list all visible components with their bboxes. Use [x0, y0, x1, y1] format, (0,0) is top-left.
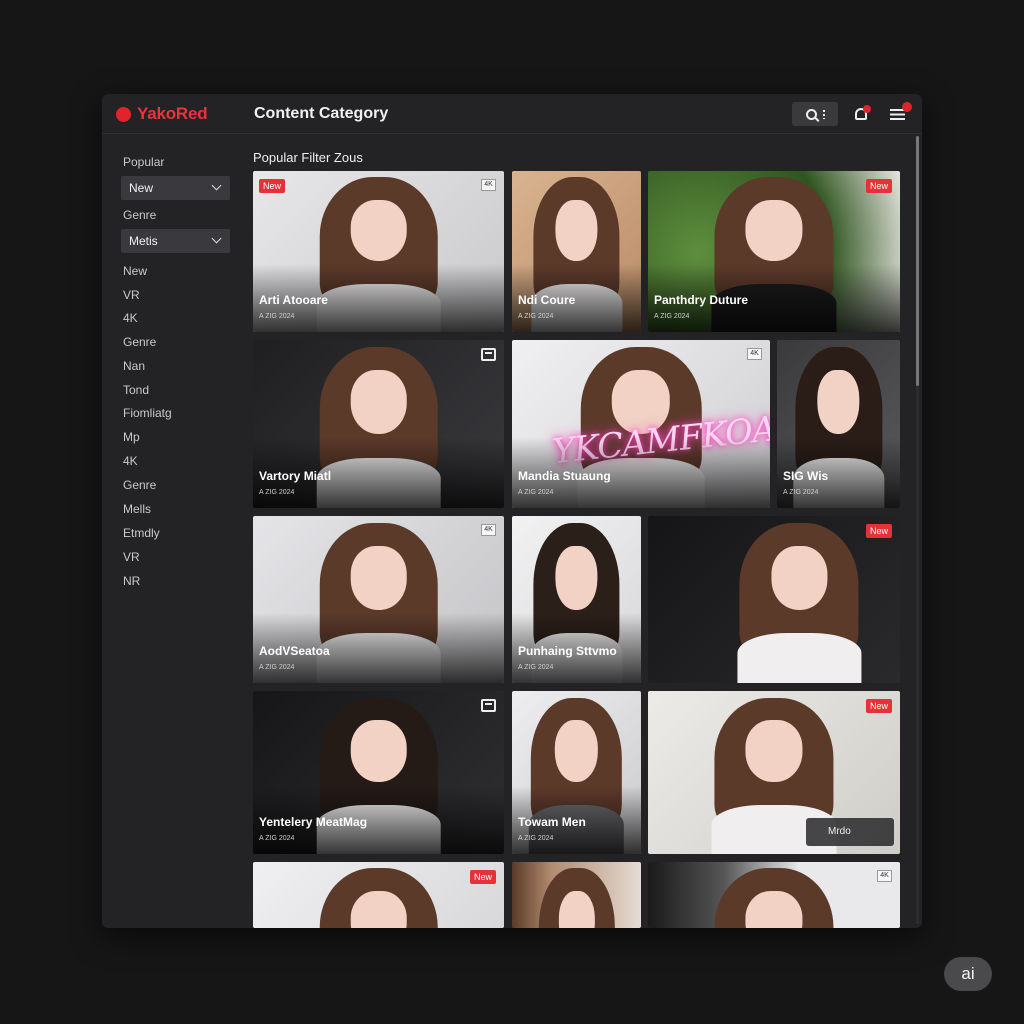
- card-meta: A ZIG 2024: [518, 489, 554, 496]
- video-card[interactable]: Towam Men A ZIG 2024: [512, 691, 641, 854]
- sidebar-heading-popular: Popular: [123, 155, 165, 169]
- brand-logo[interactable]: YakoRed: [116, 103, 208, 125]
- menu-notification-dot: [902, 102, 912, 112]
- popular-select-value: New: [129, 181, 154, 195]
- page-title: Content Category: [254, 105, 389, 122]
- video-card[interactable]: New: [648, 516, 900, 683]
- card-meta: A ZIG 2024: [259, 664, 295, 671]
- sidebar-item[interactable]: NR: [123, 574, 140, 588]
- sidebar-item[interactable]: VR: [123, 550, 140, 564]
- card-person: [729, 516, 870, 683]
- card-title: Vartory Miatl: [259, 469, 332, 483]
- video-card[interactable]: New: [253, 862, 504, 928]
- filter-title: Popular Filter Zous: [253, 150, 363, 165]
- card-meta: A ZIG 2024: [518, 664, 554, 671]
- card-person: [703, 862, 844, 928]
- video-card[interactable]: 4K: [648, 862, 900, 928]
- genre-select[interactable]: Metis: [121, 229, 230, 253]
- menu-button[interactable]: [889, 102, 912, 124]
- sidebar-item[interactable]: Genre: [123, 478, 156, 492]
- card-meta: A ZIG 2024: [259, 835, 295, 842]
- card-meta: A ZIG 2024: [518, 313, 554, 320]
- card-title: Mandia Stuaung: [518, 469, 611, 483]
- new-badge: New: [469, 870, 496, 884]
- card-person: [531, 862, 621, 928]
- notification-dot: [863, 105, 871, 113]
- video-card[interactable]: Punhaing Sttvmo A ZIG 2024: [512, 516, 641, 683]
- card-title: Towam Men: [518, 815, 586, 829]
- new-badge: New: [865, 524, 892, 538]
- sidebar-item[interactable]: 4K: [123, 311, 138, 325]
- brand-dot-icon: [116, 106, 131, 122]
- sidebar-item[interactable]: VR: [123, 288, 140, 302]
- brand-name: YakoRed: [137, 104, 208, 123]
- new-badge: New: [259, 179, 286, 193]
- top-bar: YakoRed Content Category: [102, 94, 922, 134]
- resolution-badge: 4K: [481, 524, 496, 536]
- sidebar-item[interactable]: Nan: [123, 359, 145, 373]
- sidebar-item[interactable]: Fiomliatg: [123, 406, 172, 420]
- card-title: Punhaing Sttvmo: [518, 644, 617, 658]
- resolution-badge: 4K: [747, 348, 762, 360]
- sidebar-item[interactable]: Etmdly: [123, 526, 160, 540]
- card-title: AodVSeatoa: [259, 644, 330, 658]
- chevron-down-icon: [211, 233, 222, 244]
- video-card[interactable]: [512, 862, 641, 928]
- bookmark-icon[interactable]: [481, 348, 496, 361]
- new-badge: New: [865, 699, 892, 713]
- video-card[interactable]: New 4K Arti Atooare A ZIG 2024: [253, 171, 504, 332]
- card-meta: A ZIG 2024: [783, 489, 819, 496]
- genre-select-value: Metis: [129, 234, 158, 248]
- more-vertical-icon: [822, 109, 825, 119]
- sidebar: Popular New Genre Metis New VR 4K Genre …: [102, 134, 240, 928]
- app-window: YakoRed Content Category Popular New Gen…: [102, 94, 922, 928]
- chevron-down-icon: [211, 180, 222, 191]
- sidebar-item[interactable]: Mells: [123, 502, 151, 516]
- card-title: SIG Wis: [783, 469, 829, 483]
- video-card[interactable]: New Mrdo: [648, 691, 900, 854]
- video-card[interactable]: SIG Wis A ZIG 2024: [777, 340, 900, 508]
- video-card[interactable]: Yentelery MeatMag A ZIG 2024: [253, 691, 504, 854]
- bookmark-icon[interactable]: [481, 699, 496, 712]
- video-card[interactable]: Vartory Miatl A ZIG 2024: [253, 340, 504, 508]
- sidebar-heading-genre: Genre: [123, 208, 157, 222]
- sidebar-item[interactable]: Tond: [123, 383, 149, 397]
- video-card[interactable]: Ndi Coure A ZIG 2024: [512, 171, 641, 332]
- card-meta: A ZIG 2024: [654, 313, 690, 320]
- resolution-badge: 4K: [481, 179, 496, 191]
- search-button[interactable]: [792, 102, 838, 126]
- popular-select[interactable]: New: [121, 176, 230, 200]
- card-title: Panthdry Duture: [654, 293, 749, 307]
- scrollbar-thumb[interactable]: [916, 136, 919, 386]
- card-meta: A ZIG 2024: [259, 313, 295, 320]
- sidebar-item[interactable]: Genre: [123, 335, 156, 349]
- card-meta: A ZIG 2024: [259, 489, 295, 496]
- sidebar-item[interactable]: Mp: [123, 430, 140, 444]
- video-card[interactable]: YKCAMFKOAJ 4K Mandia Stuaung A ZIG 2024: [512, 340, 770, 508]
- card-title: Arti Atooare: [259, 293, 328, 307]
- card-person: [308, 862, 449, 928]
- resolution-badge: 4K: [877, 870, 892, 882]
- watermark-tag[interactable]: Mrdo: [806, 818, 894, 846]
- sidebar-item[interactable]: 4K: [123, 454, 138, 468]
- card-meta: A ZIG 2024: [518, 835, 554, 842]
- video-card[interactable]: New Panthdry Duture A ZIG 2024: [648, 171, 900, 332]
- search-icon: [805, 108, 817, 120]
- video-card[interactable]: 4K AodVSeatoa A ZIG 2024: [253, 516, 504, 683]
- content-area: Popular Filter Zous New 4K Arti Atooare …: [253, 134, 913, 928]
- sidebar-item[interactable]: New: [123, 264, 147, 278]
- new-badge: New: [865, 179, 892, 193]
- card-title: Yentelery MeatMag: [259, 815, 368, 829]
- ai-badge: ai: [944, 957, 992, 991]
- card-title: Ndi Coure: [518, 293, 576, 307]
- notifications-button[interactable]: [852, 104, 872, 124]
